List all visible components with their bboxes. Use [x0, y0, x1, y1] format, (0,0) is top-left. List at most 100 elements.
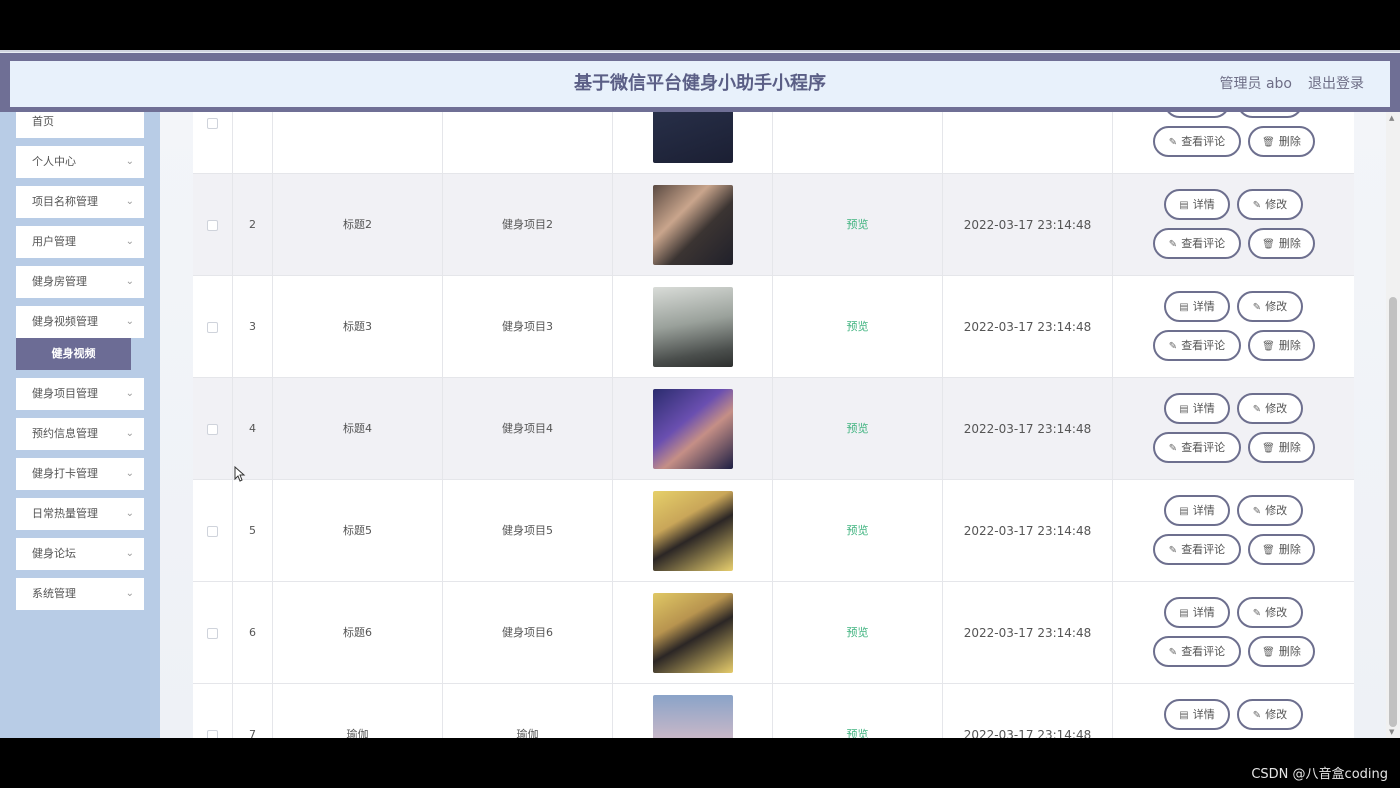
- sidebar-item-checkins[interactable]: 健身打卡管理 ⌄: [16, 458, 144, 490]
- edit-button[interactable]: ✎修改: [1237, 699, 1303, 730]
- pencil-icon: ✎: [1168, 545, 1178, 556]
- video-thumbnail[interactable]: [653, 185, 733, 265]
- sidebar-item-gyms[interactable]: 健身房管理 ⌄: [16, 266, 144, 298]
- preview-link[interactable]: 预览: [847, 218, 869, 231]
- index-cell: 6: [233, 582, 273, 684]
- view-comments-button[interactable]: ✎ 查看评论: [1153, 126, 1241, 157]
- table-row[interactable]: 6 标题6 健身项目6 预览 2022-03-17 23:14:48 ▤ 详情 ✎ 修改 ✎ 查看评…: [193, 582, 1354, 684]
- row-checkbox[interactable]: [207, 525, 218, 537]
- pencil-icon: ✎: [1168, 443, 1178, 454]
- video-thumbnail[interactable]: [653, 695, 733, 738]
- edit-label: 修改: [1265, 606, 1288, 619]
- delete-button[interactable]: 🗑 删除: [1248, 534, 1315, 565]
- row-checkbox[interactable]: [207, 423, 218, 435]
- table-row[interactable]: 5 标题5 健身项目5 预览 2022-03-17 23:14:48 ▤ 详情 ✎ 修改 ✎ 查看评…: [193, 480, 1354, 582]
- row-checkbox[interactable]: [207, 117, 218, 129]
- sidebar-item-reservations[interactable]: 预约信息管理 ⌄: [16, 418, 144, 450]
- table-row[interactable]: 4 标题4 健身项目4 预览 2022-03-17 23:14:48 ▤ 详情 ✎ 修改 ✎ 查看评…: [193, 378, 1354, 480]
- row-checkbox[interactable]: [207, 627, 218, 639]
- video-thumbnail[interactable]: [653, 112, 733, 163]
- image-cell: [613, 684, 773, 738]
- sidebar-item-label: 健身房管理: [32, 275, 87, 288]
- project-cell: 健身项目2: [443, 174, 613, 276]
- detail-label: 详情: [1192, 606, 1215, 619]
- app-screen: 基于微信平台健身小助手小程序 管理员 abo 退出登录 首页 个人中心 ⌄ 项目名…: [0, 50, 1400, 738]
- sidebar-item-videos[interactable]: 健身视频管理 ⌄: [16, 306, 144, 338]
- delete-button[interactable]: 🗑 删除: [1248, 636, 1315, 667]
- time-cell: 2022-03-17 23:14:48: [943, 276, 1113, 378]
- video-thumbnail[interactable]: [653, 287, 733, 367]
- chevron-down-icon: ⌄: [125, 196, 134, 207]
- scroll-down-arrow-icon[interactable]: ▼: [1389, 728, 1394, 736]
- sidebar-item-forum[interactable]: 健身论坛 ⌄: [16, 538, 144, 570]
- sidebar-item-label: 健身论坛: [32, 547, 76, 560]
- detail-button[interactable]: ▤详情: [1164, 495, 1230, 526]
- row-checkbox[interactable]: [207, 729, 218, 738]
- table-row[interactable]: 7瑜伽瑜伽预览2022-03-17 23:14:48▤详情✎修改✎查看评论🗑删除: [193, 684, 1354, 738]
- delete-button[interactable]: 🗑 删除: [1248, 126, 1315, 157]
- view-comments-button[interactable]: ✎ 查看评论: [1153, 330, 1241, 361]
- preview-link[interactable]: 预览: [847, 626, 869, 639]
- edit-button[interactable]: ✎修改: [1237, 189, 1303, 220]
- sidebar-item-label: 健身项目管理: [32, 387, 98, 400]
- preview-link[interactable]: 预览: [847, 728, 869, 738]
- preview-link[interactable]: 预览: [847, 320, 869, 333]
- view-comments-button[interactable]: ✎ 查看评论: [1153, 432, 1241, 463]
- actions-cell: ▤详情 ✎修改 ✎查看评论🗑删除: [1113, 112, 1354, 174]
- sidebar-item-home[interactable]: 首页: [16, 112, 144, 138]
- trash-icon: 🗑: [1262, 137, 1275, 148]
- sidebar-item-calories[interactable]: 日常热量管理 ⌄: [16, 498, 144, 530]
- detail-button[interactable]: ▤详情: [1164, 112, 1230, 118]
- edit-label: 修改: [1265, 402, 1288, 415]
- comments-label: 查看评论: [1181, 237, 1226, 250]
- edit-button[interactable]: ✎修改: [1237, 112, 1303, 118]
- detail-button[interactable]: ▤详情: [1164, 597, 1230, 628]
- checkbox-cell: [193, 174, 233, 276]
- edit-button[interactable]: ✎修改: [1237, 495, 1303, 526]
- view-comments-button[interactable]: ✎ 查看评论: [1153, 228, 1241, 259]
- scroll-thumb[interactable]: [1389, 297, 1397, 727]
- delete-button[interactable]: 🗑 删除: [1248, 228, 1315, 259]
- time-cell: 2022-03-17 23:14:48: [943, 378, 1113, 480]
- index-cell: 2: [233, 174, 273, 276]
- sidebar-item-profile[interactable]: 个人中心 ⌄: [16, 146, 144, 178]
- sidebar-subitem-video[interactable]: 健身视频: [16, 338, 131, 370]
- edit-button[interactable]: ✎修改: [1237, 291, 1303, 322]
- delete-button[interactable]: 🗑 删除: [1248, 432, 1315, 463]
- edit-button[interactable]: ✎修改: [1237, 393, 1303, 424]
- pencil-icon: ✎: [1252, 710, 1262, 721]
- delete-button[interactable]: 🗑 删除: [1248, 330, 1315, 361]
- trash-icon: 🗑: [1262, 443, 1275, 454]
- view-comments-button[interactable]: ✎ 查看评论: [1153, 636, 1241, 667]
- watermark: CSDN @八音盒coding: [1251, 767, 1388, 782]
- detail-button[interactable]: ▤详情: [1164, 699, 1230, 730]
- row-checkbox[interactable]: [207, 321, 218, 333]
- sidebar-item-fitness-projects[interactable]: 健身项目管理 ⌄: [16, 378, 144, 410]
- edit-button[interactable]: ✎修改: [1237, 597, 1303, 628]
- table-row[interactable]: 3 标题3 健身项目3 预览 2022-03-17 23:14:48 ▤ 详情 ✎ 修改 ✎ 查看评…: [193, 276, 1354, 378]
- row-checkbox[interactable]: [207, 219, 218, 231]
- checkbox-cell: [193, 582, 233, 684]
- preview-link[interactable]: 预览: [847, 524, 869, 537]
- video-thumbnail[interactable]: [653, 389, 733, 469]
- sidebar-item-project-names[interactable]: 项目名称管理 ⌄: [16, 186, 144, 218]
- view-comments-button[interactable]: ✎ 查看评论: [1153, 534, 1241, 565]
- video-thumbnail[interactable]: [653, 491, 733, 571]
- vertical-scrollbar[interactable]: ▲ ▼: [1386, 112, 1400, 738]
- actions-cell: ▤详情✎修改✎查看评论🗑删除: [1113, 582, 1354, 684]
- time-cell: [943, 112, 1113, 174]
- video-thumbnail[interactable]: [653, 593, 733, 673]
- detail-button[interactable]: ▤详情: [1164, 291, 1230, 322]
- checkbox-cell: [193, 684, 233, 738]
- logout-link[interactable]: 退出登录: [1308, 61, 1364, 107]
- sidebar-item-users[interactable]: 用户管理 ⌄: [16, 226, 144, 258]
- index-cell: 4: [233, 378, 273, 480]
- sidebar-item-system[interactable]: 系统管理 ⌄: [16, 578, 144, 610]
- detail-button[interactable]: ▤详情: [1164, 189, 1230, 220]
- pencil-icon: ✎: [1252, 608, 1262, 619]
- scroll-up-arrow-icon[interactable]: ▲: [1389, 114, 1394, 122]
- table-row[interactable]: ▤详情 ✎修改 ✎查看评论🗑删除: [193, 112, 1354, 174]
- detail-button[interactable]: ▤详情: [1164, 393, 1230, 424]
- preview-link[interactable]: 预览: [847, 422, 869, 435]
- table-row[interactable]: 2 标题2 健身项目2 预览 2022-03-17 23:14:48 ▤ 详情 ✎ 修改 ✎ 查看评…: [193, 174, 1354, 276]
